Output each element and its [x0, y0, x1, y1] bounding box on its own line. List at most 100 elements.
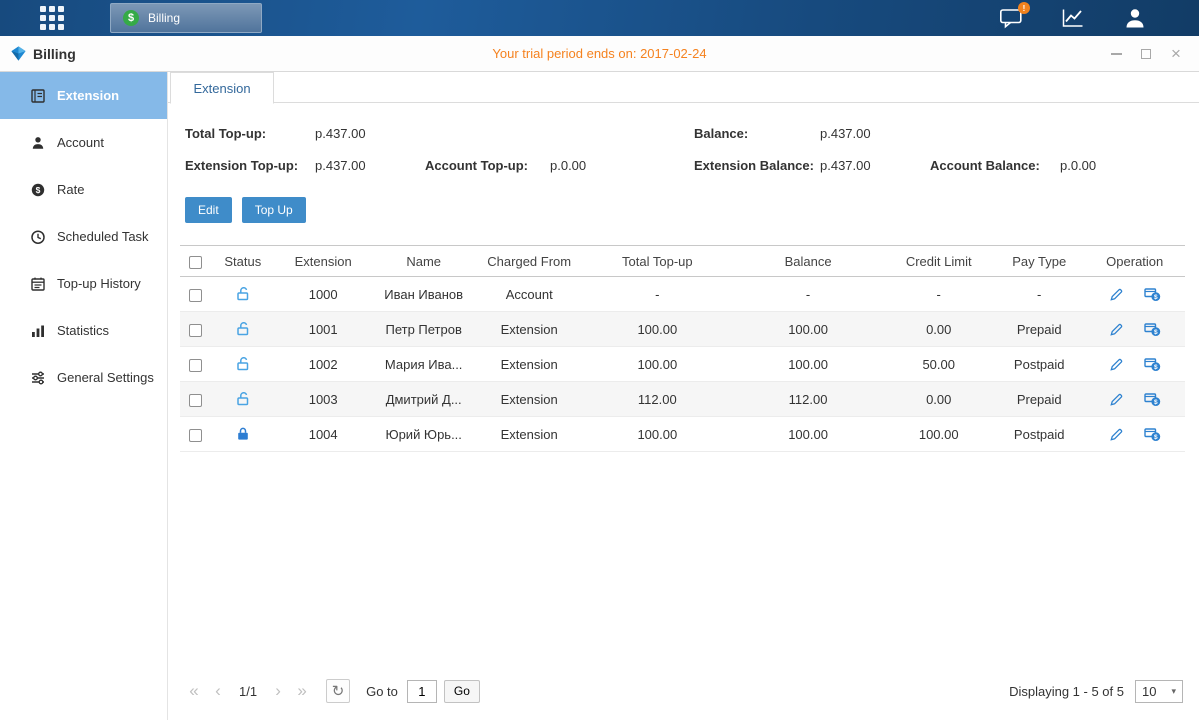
table-row[interactable]: 1004 Юрий Юрь... Extension 100.00 100.00… — [180, 417, 1185, 452]
billing-logo-icon — [10, 45, 27, 62]
sidebar-item-statistics[interactable]: Statistics — [0, 307, 167, 354]
cell-charged-from: Extension — [476, 312, 582, 347]
balance-label: Balance: — [694, 126, 820, 141]
sidebar-item-extension[interactable]: Extension — [0, 72, 167, 119]
dollar-icon: $ — [123, 10, 139, 26]
table-row[interactable]: 1003 Дмитрий Д... Extension 112.00 112.0… — [180, 382, 1185, 417]
svg-text:$: $ — [36, 185, 41, 195]
cell-pay-type: Prepaid — [994, 382, 1084, 417]
cell-extension: 1000 — [275, 277, 370, 312]
cell-balance: 100.00 — [733, 347, 884, 382]
cell-total-topup: 112.00 — [582, 382, 733, 417]
row-checkbox[interactable] — [189, 429, 202, 442]
extension-table: Status Extension Name Charged From Total… — [180, 245, 1185, 452]
extension-balance-label: Extension Balance: — [694, 158, 820, 173]
app-launcher-grid-icon[interactable] — [40, 6, 64, 30]
topup-row-icon[interactable] — [1144, 356, 1161, 372]
cell-total-topup: 100.00 — [582, 312, 733, 347]
close-button[interactable]: × — [1169, 47, 1183, 61]
cell-name: Иван Иванов — [371, 277, 477, 312]
account-topup-value: p.0.00 — [550, 158, 694, 173]
edit-row-icon[interactable] — [1109, 392, 1124, 407]
status-locked-icon — [235, 426, 251, 442]
table-row[interactable]: 1000 Иван Иванов Account - - - - — [180, 277, 1185, 312]
page-size-value: 10 — [1142, 684, 1156, 699]
user-account-button[interactable] — [1123, 7, 1147, 29]
col-status: Status — [210, 246, 275, 277]
extension-topup-value: p.437.00 — [315, 158, 425, 173]
goto-label: Go to — [366, 684, 398, 699]
status-unlocked-icon — [235, 391, 251, 407]
sidebar: Extension Account $ Rate — [0, 72, 168, 720]
topup-row-icon[interactable] — [1144, 286, 1161, 302]
tab-bar: Extension — [168, 72, 1199, 103]
tab-extension[interactable]: Extension — [170, 72, 274, 104]
cell-charged-from: Extension — [476, 347, 582, 382]
table-row[interactable]: 1002 Мария Ива... Extension 100.00 100.0… — [180, 347, 1185, 382]
col-extension: Extension — [275, 246, 370, 277]
trial-notice: Your trial period ends on: 2017-02-24 — [0, 46, 1199, 61]
go-button[interactable]: Go — [444, 680, 480, 703]
col-charged-from: Charged From — [476, 246, 582, 277]
maximize-button[interactable] — [1139, 47, 1153, 61]
top-up-button[interactable]: Top Up — [242, 197, 306, 223]
cell-charged-from: Account — [476, 277, 582, 312]
cell-pay-type: - — [994, 277, 1084, 312]
cell-credit-limit: 100.00 — [883, 417, 994, 452]
table-row[interactable]: 1001 Петр Петров Extension 100.00 100.00… — [180, 312, 1185, 347]
topup-row-icon[interactable] — [1144, 391, 1161, 407]
notifications-button[interactable]: ! — [999, 7, 1023, 29]
row-checkbox[interactable] — [189, 359, 202, 372]
extension-topup-label: Extension Top-up: — [185, 158, 315, 173]
col-balance: Balance — [733, 246, 884, 277]
refresh-icon: ↻ — [332, 682, 345, 700]
page-title: Billing — [33, 46, 76, 62]
topbar-tab-billing[interactable]: $ Billing — [110, 3, 262, 33]
table-header-row: Status Extension Name Charged From Total… — [180, 246, 1185, 277]
topup-row-icon[interactable] — [1144, 321, 1161, 337]
topbar-tab-label: Billing — [148, 11, 180, 25]
sidebar-item-rate[interactable]: $ Rate — [0, 166, 167, 213]
refresh-button[interactable]: ↻ — [326, 679, 350, 703]
cell-extension: 1001 — [275, 312, 370, 347]
cell-credit-limit: 50.00 — [883, 347, 994, 382]
page-size-select[interactable]: 10 ▾ — [1135, 680, 1183, 703]
row-checkbox[interactable] — [189, 394, 202, 407]
edit-row-icon[interactable] — [1109, 357, 1124, 372]
sidebar-item-label: Account — [57, 135, 104, 150]
last-page-button[interactable]: » — [290, 681, 314, 701]
statistics-shortcut-button[interactable] — [1061, 7, 1085, 29]
next-page-button[interactable]: › — [266, 681, 290, 701]
edit-row-icon[interactable] — [1109, 287, 1124, 302]
account-balance-value: p.0.00 — [1060, 158, 1170, 173]
window-controls: × — [1109, 47, 1183, 61]
action-buttons: Edit Top Up — [185, 197, 1199, 223]
sidebar-item-general-settings[interactable]: General Settings — [0, 354, 167, 401]
edit-row-icon[interactable] — [1109, 322, 1124, 337]
sidebar-item-topup-history[interactable]: Top-up History — [0, 260, 167, 307]
cell-balance: 100.00 — [733, 417, 884, 452]
edit-button[interactable]: Edit — [185, 197, 232, 223]
select-all-checkbox[interactable] — [189, 256, 202, 269]
balance-value: p.437.00 — [820, 126, 930, 141]
row-checkbox[interactable] — [189, 324, 202, 337]
col-name: Name — [371, 246, 477, 277]
pagination-bar: « ‹ 1/1 › » ↻ Go to Go Displaying 1 - 5 … — [168, 672, 1199, 720]
page-indicator: 1/1 — [239, 684, 257, 699]
sidebar-item-scheduled-task[interactable]: Scheduled Task — [0, 213, 167, 260]
minimize-button[interactable] — [1109, 47, 1123, 61]
sidebar-item-account[interactable]: Account — [0, 119, 167, 166]
edit-row-icon[interactable] — [1109, 427, 1124, 442]
first-page-button[interactable]: « — [182, 681, 206, 701]
status-unlocked-icon — [235, 286, 251, 302]
col-pay-type: Pay Type — [994, 246, 1084, 277]
cell-total-topup: 100.00 — [582, 417, 733, 452]
topup-row-icon[interactable] — [1144, 426, 1161, 442]
sidebar-item-label: Top-up History — [57, 276, 141, 291]
balance-summary: Total Top-up: p.437.00 Balance: p.437.00… — [185, 117, 1199, 181]
account-balance-label: Account Balance: — [930, 158, 1060, 173]
cell-total-topup: 100.00 — [582, 347, 733, 382]
prev-page-button[interactable]: ‹ — [206, 681, 230, 701]
goto-page-input[interactable] — [407, 680, 437, 703]
row-checkbox[interactable] — [189, 289, 202, 302]
